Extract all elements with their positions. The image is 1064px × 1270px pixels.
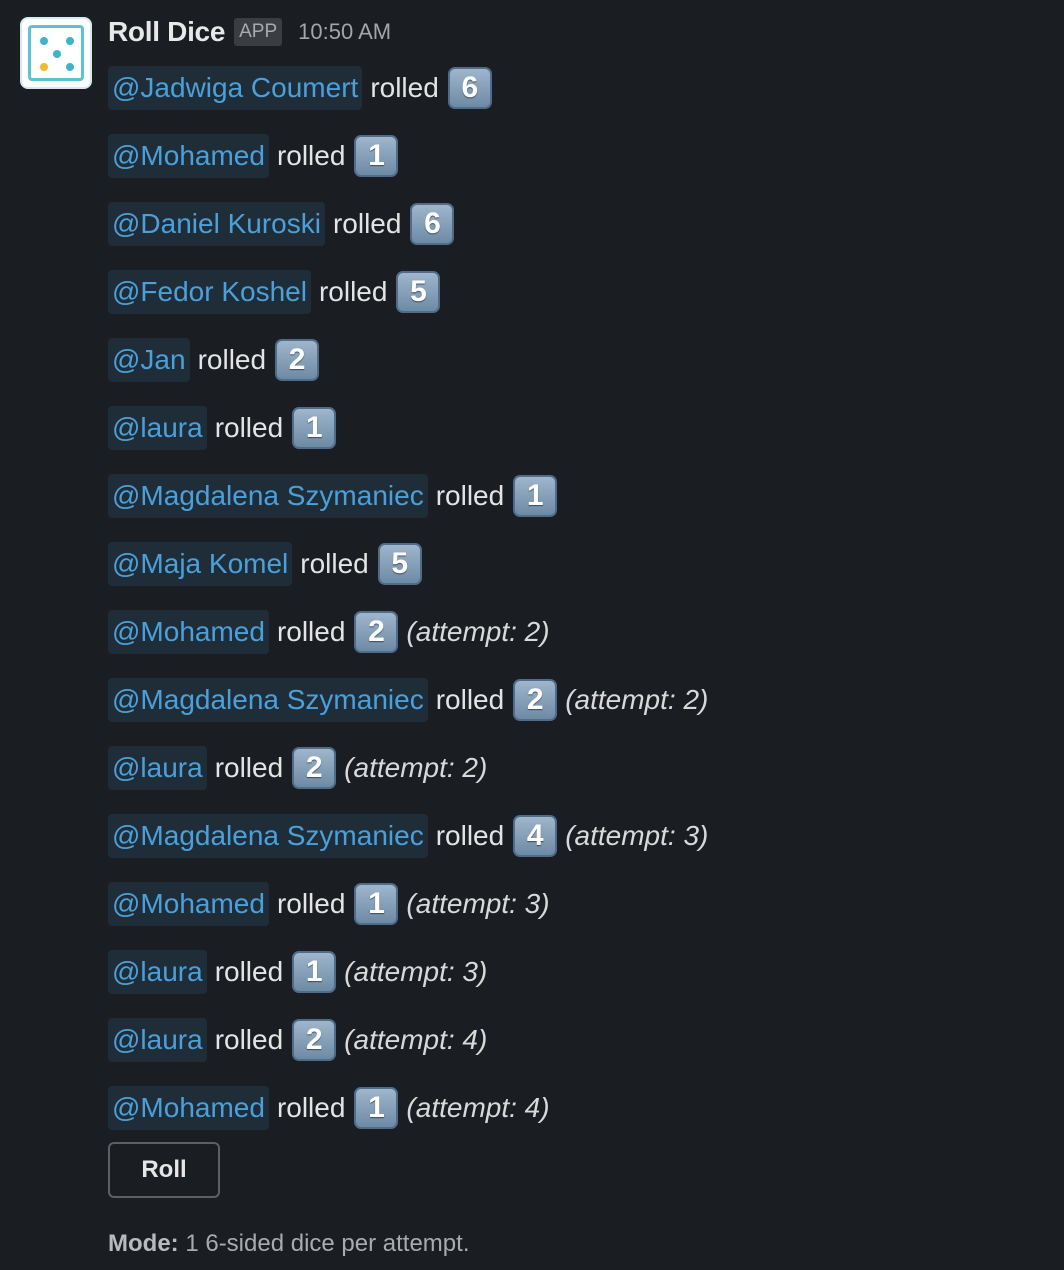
roll-result-row: @laura rolled 2 (attempt: 4) (108, 1006, 708, 1074)
user-mention[interactable]: @Maja Komel (108, 542, 293, 586)
rolled-text: rolled (214, 412, 284, 443)
mode-label: Mode: (108, 1230, 179, 1257)
attempt-note: (attempt: 3) (344, 956, 488, 987)
rolled-text: rolled (214, 752, 284, 783)
user-mention[interactable]: @Mohamed (108, 610, 269, 654)
roll-result-row: @Magdalena Szymaniec rolled 4 (attempt: 3) (108, 802, 708, 870)
dice-value-keycap: 6 (447, 67, 492, 109)
rolled-text: rolled (276, 616, 346, 647)
roll-result-row: @Mohamed rolled 1 (attempt: 3) (108, 870, 708, 938)
attempt-note: (attempt: 4) (406, 1092, 550, 1123)
roll-result-row: @Mohamed rolled 2 (attempt: 2) (108, 598, 708, 666)
dice-value-keycap: 2 (354, 611, 399, 653)
user-mention[interactable]: @laura (108, 406, 207, 450)
attempt-note: (attempt: 2) (406, 616, 550, 647)
roll-result-row: @Magdalena Szymaniec rolled 2 (attempt: 2) (108, 666, 708, 734)
attempt-note: (attempt: 3) (565, 820, 709, 851)
user-mention[interactable]: @Mohamed (108, 134, 269, 178)
rolled-text: rolled (300, 548, 369, 579)
rolled-text: rolled (276, 140, 346, 171)
user-mention[interactable]: @Magdalena Szymaniec (108, 474, 428, 518)
user-mention[interactable]: @Jadwiga Coumert (108, 66, 363, 110)
app-name[interactable]: Roll Dice (108, 16, 225, 48)
dice-value-keycap: 2 (292, 747, 337, 789)
attempt-note: (attempt: 2) (565, 684, 709, 715)
dice-value-keycap: 2 (292, 1019, 337, 1061)
roll-result-row: @Jadwiga Coumert rolled 6 (108, 54, 708, 122)
dice-value-keycap: 2 (513, 679, 558, 721)
roll-result-row: @Daniel Kuroski rolled 6 (108, 190, 708, 258)
rolled-text: rolled (332, 208, 402, 239)
dice-value-keycap: 1 (292, 407, 337, 449)
dice-pip (66, 63, 74, 71)
rolled-text: rolled (435, 684, 505, 715)
roll-result-row: @laura rolled 1 (attempt: 3) (108, 938, 708, 1006)
roll-result-row: @Fedor Koshel rolled 5 (108, 258, 708, 326)
dice-five-icon (28, 25, 84, 81)
dice-value-keycap: 2 (275, 339, 320, 381)
dice-value-keycap: 1 (292, 951, 337, 993)
roll-result-row: @Mohamed rolled 1 (108, 122, 708, 190)
dice-value-keycap: 1 (354, 883, 399, 925)
user-mention[interactable]: @Mohamed (108, 882, 269, 926)
attempt-note: (attempt: 3) (406, 888, 550, 919)
roll-result-row: @Maja Komel rolled 5 (108, 530, 708, 598)
mode-line: Mode: 1 6-sided dice per attempt. (108, 1230, 469, 1258)
message: Roll Dice APP 10:50 AM @Jadwiga Coumert r… (0, 0, 1064, 1270)
dice-value-keycap: 4 (513, 815, 558, 857)
roll-button[interactable]: Roll (108, 1142, 220, 1198)
dice-pip (53, 50, 61, 58)
attempt-note: (attempt: 4) (344, 1024, 488, 1055)
dice-pip (66, 37, 74, 45)
rolled-text: rolled (370, 72, 439, 103)
rolled-text: rolled (435, 480, 505, 511)
user-mention[interactable]: @Jan (108, 338, 190, 382)
mode-text: 1 6-sided dice per attempt. (185, 1230, 470, 1257)
rolled-text: rolled (276, 1092, 346, 1123)
roll-results-list: @Jadwiga Coumert rolled 6 @Mohamed rolled 1 @D… (108, 54, 708, 1142)
dice-value-keycap: 5 (377, 543, 422, 585)
roll-result-row: @Magdalena Szymaniec rolled 1 (108, 462, 708, 530)
roll-result-row: @Mohamed rolled 1 (attempt: 4) (108, 1074, 708, 1142)
message-header: Roll Dice APP 10:50 AM (108, 12, 391, 52)
dice-value-keycap: 1 (354, 135, 399, 177)
roll-result-row: @laura rolled 1 (108, 394, 708, 462)
user-mention[interactable]: @laura (108, 1018, 207, 1062)
dice-value-keycap: 1 (354, 1087, 399, 1129)
app-avatar[interactable] (20, 17, 92, 89)
user-mention[interactable]: @laura (108, 746, 207, 790)
rolled-text: rolled (435, 820, 505, 851)
attempt-note: (attempt: 2) (344, 752, 488, 783)
rolled-text: rolled (214, 1024, 284, 1055)
roll-result-row: @laura rolled 2 (attempt: 2) (108, 734, 708, 802)
dice-pip (40, 63, 48, 71)
user-mention[interactable]: @Magdalena Szymaniec (108, 678, 428, 722)
dice-value-keycap: 5 (396, 271, 441, 313)
user-mention[interactable]: @Daniel Kuroski (108, 202, 325, 246)
rolled-text: rolled (318, 276, 388, 307)
user-mention[interactable]: @Fedor Koshel (108, 270, 311, 314)
user-mention[interactable]: @laura (108, 950, 207, 994)
user-mention[interactable]: @Mohamed (108, 1086, 269, 1130)
app-badge: APP (234, 18, 283, 46)
rolled-text: rolled (214, 956, 284, 987)
message-timestamp[interactable]: 10:50 AM (298, 19, 391, 45)
rolled-text: rolled (197, 344, 267, 375)
user-mention[interactable]: @Magdalena Szymaniec (108, 814, 428, 858)
rolled-text: rolled (276, 888, 346, 919)
dice-value-keycap: 1 (513, 475, 558, 517)
dice-pip (40, 37, 48, 45)
roll-result-row: @Jan rolled 2 (108, 326, 708, 394)
dice-value-keycap: 6 (410, 203, 455, 245)
